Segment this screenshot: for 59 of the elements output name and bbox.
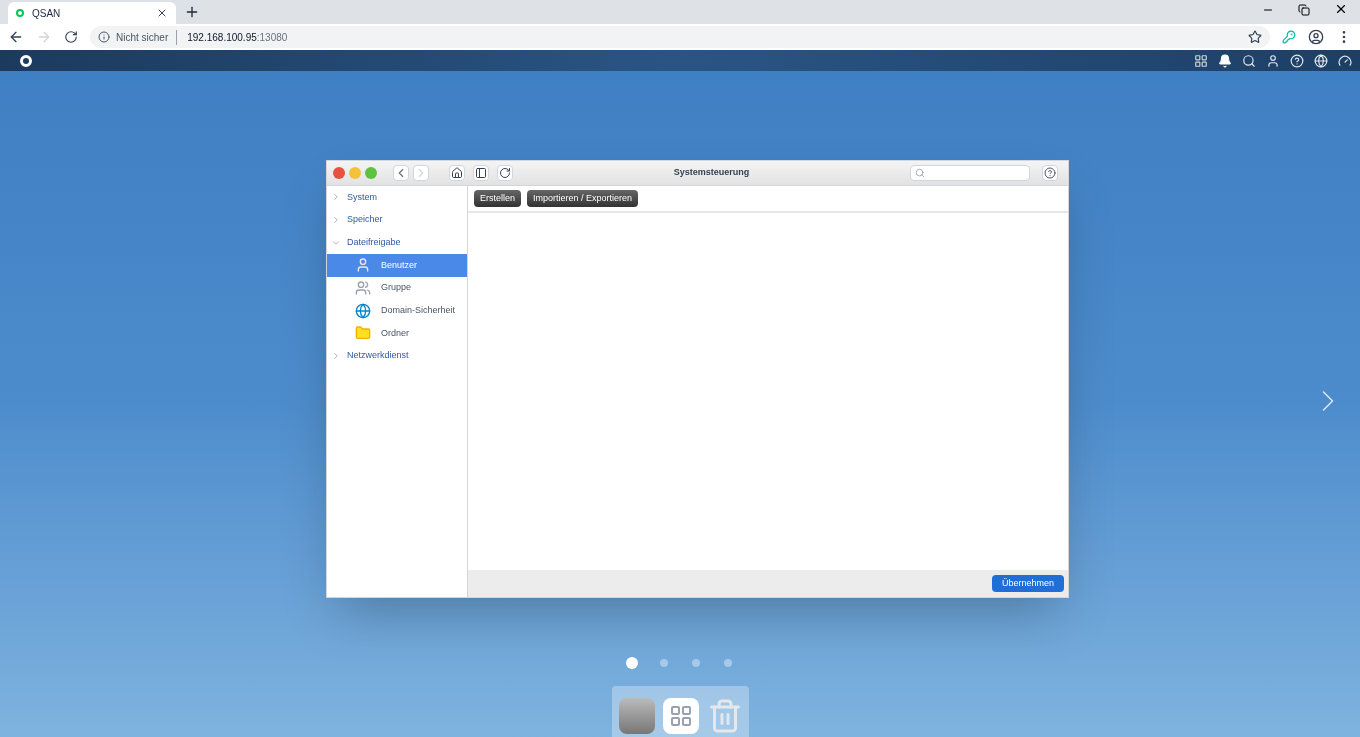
search-field[interactable] <box>910 165 1030 181</box>
bell-icon[interactable] <box>1218 53 1232 68</box>
url-host: 192.168.100.95 <box>187 31 257 43</box>
app-grid-dock-icon[interactable] <box>662 698 699 734</box>
user-icon[interactable] <box>1266 53 1280 68</box>
logo-icon[interactable] <box>20 54 32 67</box>
folder-icon <box>355 325 371 342</box>
tab-title: QSAN <box>32 6 62 21</box>
grid-icon[interactable] <box>1194 53 1208 68</box>
item-label: Gruppe <box>381 281 412 295</box>
sidebar-item[interactable]: Domain-Sicherheit <box>327 299 467 323</box>
globe-icon[interactable] <box>1314 53 1328 68</box>
search-icon[interactable] <box>1242 53 1256 68</box>
favicon-icon <box>16 9 24 17</box>
sidebar-category[interactable]: Netzwerkdienst <box>327 344 467 368</box>
item-label: Benutzer <box>381 258 418 272</box>
sidebar-item[interactable]: Gruppe <box>327 276 467 300</box>
sidebar-item[interactable]: Ordner <box>327 322 467 345</box>
search-icon <box>915 168 925 178</box>
chevron-icon <box>331 215 341 226</box>
user-icon <box>355 257 371 274</box>
group-icon <box>355 280 371 297</box>
category-label: Speicher <box>347 213 383 227</box>
account-icon[interactable] <box>1308 29 1324 45</box>
sidebar-category[interactable]: Dateifreigabe <box>327 231 467 255</box>
globe-icon <box>355 302 371 319</box>
back-icon[interactable] <box>8 29 24 45</box>
reload-icon[interactable] <box>64 30 78 44</box>
info-icon <box>98 31 110 43</box>
category-label: System <box>347 190 377 204</box>
sidebar-category[interactable]: Speicher <box>327 208 467 232</box>
back-icon[interactable] <box>393 165 409 181</box>
item-label: Ordner <box>381 326 409 340</box>
security-label: Nicht sicher <box>116 29 178 45</box>
gauge-icon[interactable] <box>1338 53 1352 68</box>
category-label: Netzwerkdienst <box>347 349 409 363</box>
url-port: :13080 <box>256 31 288 43</box>
star-icon[interactable] <box>1248 30 1262 44</box>
window-title: Systemsteuerung <box>673 166 750 180</box>
toolbar-button[interactable]: Erstellen <box>474 190 521 207</box>
home-icon[interactable] <box>449 165 465 181</box>
item-label: Domain-Sicherheit <box>381 304 456 318</box>
grid-icon <box>668 704 693 728</box>
category-label: Dateifreigabe <box>347 235 401 249</box>
close-icon[interactable] <box>156 7 168 19</box>
browser-tab[interactable]: QSAN <box>8 2 176 24</box>
refresh-icon[interactable] <box>497 165 513 181</box>
help-icon[interactable] <box>1290 53 1304 68</box>
chevron-icon <box>331 351 341 362</box>
restore-icon[interactable] <box>1298 4 1310 16</box>
help-icon[interactable] <box>1042 165 1058 181</box>
apply-button[interactable]: Übernehmen <box>991 575 1064 592</box>
toolbar-button[interactable]: Importieren / Exportieren <box>527 190 639 207</box>
new-tab-icon[interactable] <box>184 4 200 20</box>
close-icon[interactable] <box>1334 2 1348 16</box>
address-field[interactable]: Nicht sicher 192.168.100.95:13080 <box>90 26 1270 48</box>
chevron-icon <box>331 192 341 203</box>
sidebar-toggle-icon[interactable] <box>473 165 489 181</box>
sidebar-category[interactable]: System <box>327 186 467 209</box>
